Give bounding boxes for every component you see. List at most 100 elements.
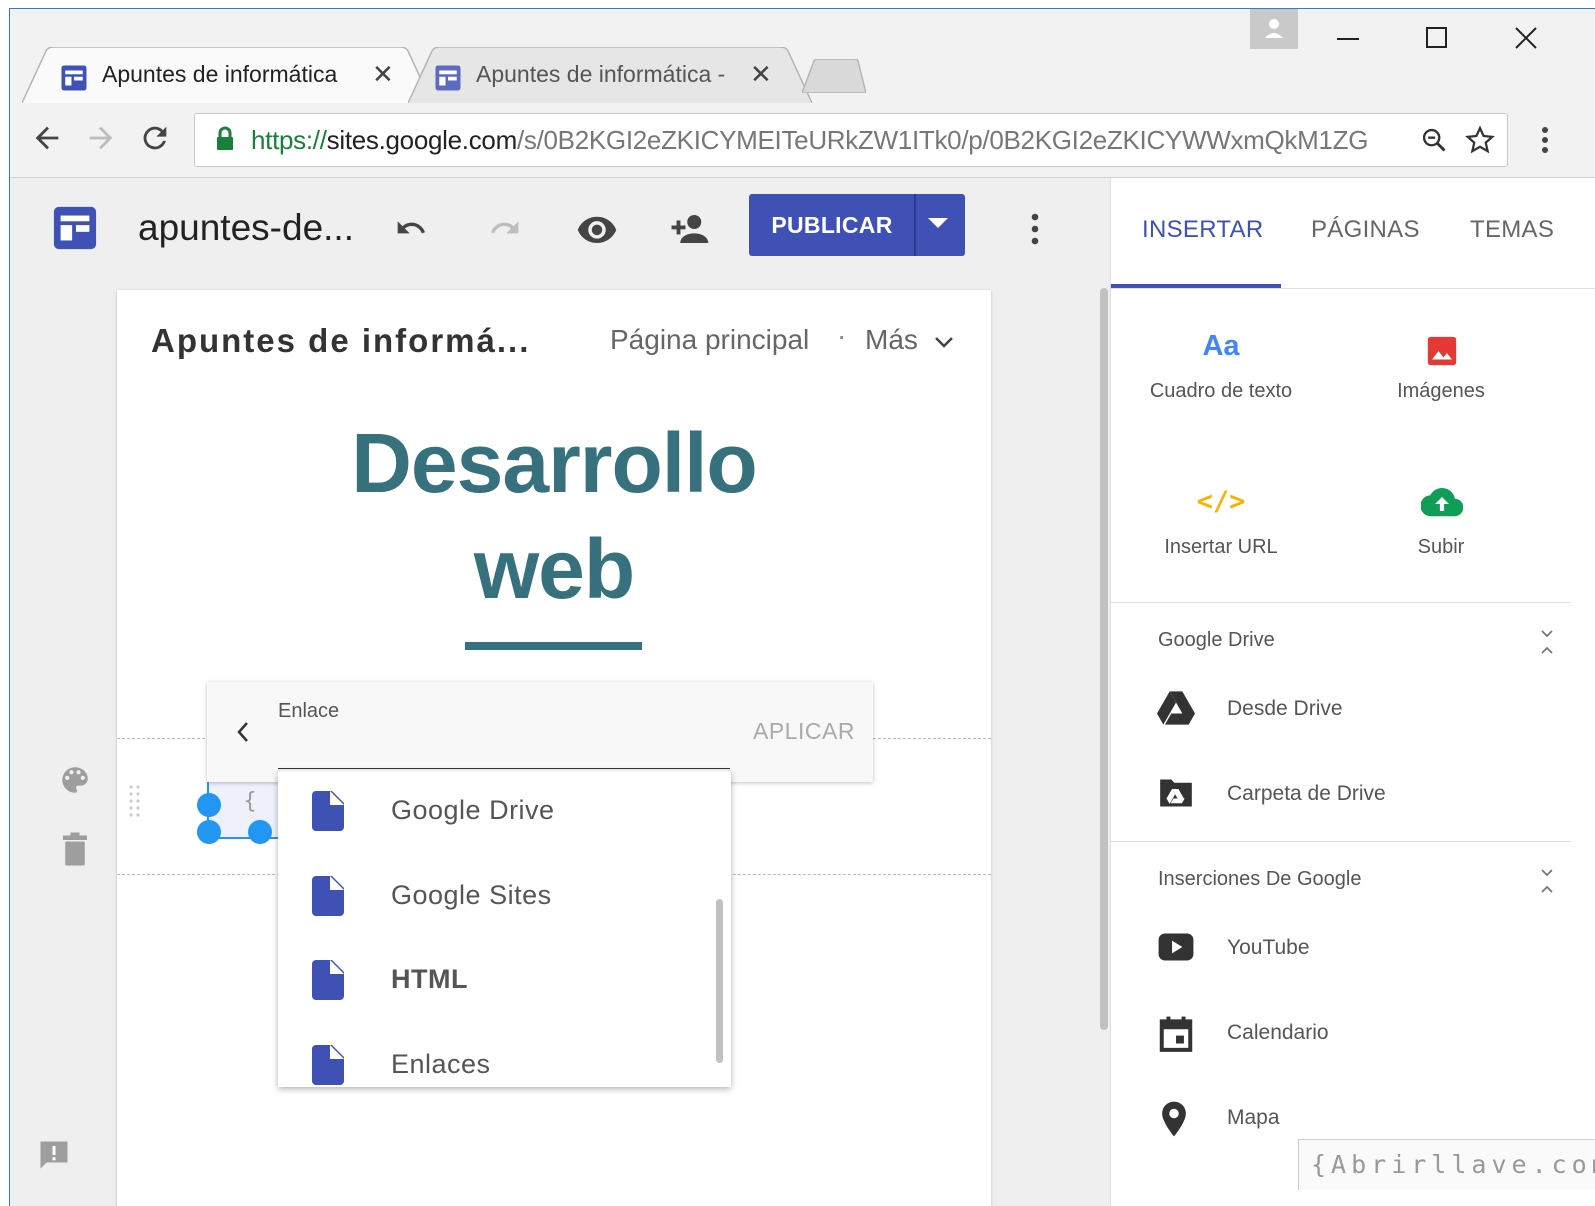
document-icon <box>312 960 344 1000</box>
google-drive-section: Google Drive Desde Drive Carpeta de Driv… <box>1111 602 1571 841</box>
redo-icon[interactable] <box>484 212 526 244</box>
collapse-icon[interactable] <box>1539 627 1555 657</box>
url-field[interactable]: https://sites.google.com/s/0B2KGI2eZKICY… <box>194 113 1508 167</box>
tab-temas[interactable]: TEMAS <box>1470 216 1554 244</box>
editor-toolbar: apuntes-de... PUBLICAR <box>10 178 1110 278</box>
preview-icon[interactable] <box>576 208 618 250</box>
tab-close-icon[interactable]: ✕ <box>372 59 394 90</box>
sites-favicon-icon <box>435 65 461 91</box>
delete-trash-icon[interactable] <box>60 831 90 867</box>
canvas-scrollbar[interactable] <box>1100 288 1108 1030</box>
publish-divider <box>914 194 916 256</box>
document-icon <box>312 876 344 916</box>
menu-icon[interactable] <box>1538 123 1552 157</box>
section-header[interactable]: Inserciones De Google <box>1158 868 1361 891</box>
zoom-icon[interactable] <box>1420 126 1448 154</box>
insert-panel: INSERTAR PÁGINAS TEMAS Aa Cuadro de text… <box>1110 178 1595 1206</box>
dropdown-item-label: HTML <box>391 964 468 994</box>
panel-item-youtube[interactable]: YouTube <box>1111 918 1571 978</box>
chevron-down-icon[interactable] <box>933 334 955 350</box>
nav-more-menu[interactable]: Más <box>865 324 918 356</box>
sites-logo-icon[interactable] <box>52 205 98 251</box>
profile-icon[interactable] <box>1250 9 1298 49</box>
heading-underline <box>465 642 642 650</box>
feedback-icon[interactable] <box>36 1137 72 1173</box>
upload-tile[interactable]: Subir <box>1331 474 1551 574</box>
site-title[interactable]: Apuntes de informá... <box>151 322 530 360</box>
tab-paginas[interactable]: PÁGINAS <box>1311 216 1420 244</box>
close-icon[interactable] <box>1513 25 1539 51</box>
maximize-icon[interactable] <box>1424 25 1450 51</box>
heading-line: web <box>473 522 635 616</box>
map-pin-icon <box>1162 1101 1186 1137</box>
code-brace-icon: { <box>243 789 257 814</box>
panel-item-calendario[interactable]: Calendario <box>1111 1003 1571 1063</box>
chevron-left-icon[interactable] <box>235 720 251 744</box>
nav-separator: · <box>837 320 847 351</box>
sites-editor: apuntes-de... PUBLICAR Apuntes de inform… <box>10 178 1595 1206</box>
heading-line: Desarrollo <box>351 416 758 510</box>
browser-window: Apuntes de informática ✕ Apuntes de info… <box>9 8 1595 1206</box>
drag-handle-icon[interactable] <box>127 783 143 817</box>
tab-apuntes-active[interactable]: Apuntes de informática ✕ <box>22 47 432 103</box>
dropdown-item[interactable]: Google Sites <box>278 856 731 940</box>
site-name[interactable]: apuntes-de... <box>138 207 354 249</box>
tab-insertar[interactable]: INSERTAR <box>1142 216 1264 244</box>
dropdown-item[interactable]: Google Drive <box>278 771 731 855</box>
back-icon[interactable] <box>30 121 64 162</box>
panel-item-desde-drive[interactable]: Desde Drive <box>1111 679 1571 739</box>
google-inserts-section: Inserciones De Google YouTube Calendario… <box>1111 841 1571 1182</box>
share-add-person-icon[interactable] <box>668 208 710 250</box>
reload-icon[interactable] <box>138 121 172 162</box>
cloud-upload-icon <box>1421 487 1463 517</box>
embed-url-tile[interactable]: </> Insertar URL <box>1111 474 1331 574</box>
publish-button[interactable]: PUBLICAR <box>749 194 965 256</box>
item-label: Desde Drive <box>1227 697 1343 720</box>
tile-label: Insertar URL <box>1164 536 1278 558</box>
link-suggestions-dropdown: Google Drive Google Sites HTML Enlaces <box>278 771 731 1087</box>
undo-icon[interactable] <box>390 212 432 244</box>
link-label: Enlace <box>278 700 340 722</box>
item-label: Mapa <box>1227 1106 1280 1129</box>
minimize-icon[interactable] <box>1335 25 1361 51</box>
new-tab-button[interactable] <box>800 58 867 94</box>
tab-close-icon[interactable]: ✕ <box>750 59 772 90</box>
item-label: Carpeta de Drive <box>1227 782 1386 805</box>
google-drive-icon <box>1157 691 1195 725</box>
dropdown-item-selected[interactable]: HTML <box>278 940 731 1024</box>
panel-item-carpeta-drive[interactable]: Carpeta de Drive <box>1111 764 1571 824</box>
publish-label: PUBLICAR <box>771 212 893 238</box>
nav-link-home[interactable]: Página principal <box>610 324 809 356</box>
collapse-icon[interactable] <box>1539 866 1555 896</box>
more-options-icon[interactable] <box>1028 210 1042 248</box>
resize-handle[interactable] <box>197 793 221 817</box>
link-input[interactable] <box>278 768 730 769</box>
apply-button[interactable]: APLICAR <box>753 718 855 745</box>
publish-dropdown-icon[interactable] <box>928 218 948 228</box>
page-heading[interactable]: Desarrollo web <box>117 410 991 622</box>
resize-handle[interactable] <box>197 820 221 844</box>
dropdown-item-label: Google Drive <box>391 795 555 825</box>
tab-title: Apuntes de informática <box>102 61 338 87</box>
image-icon <box>1427 336 1457 366</box>
palette-icon[interactable] <box>58 763 92 797</box>
active-tab-indicator <box>1111 284 1281 288</box>
dropdown-item[interactable]: Enlaces <box>278 1025 731 1087</box>
youtube-play-icon <box>1158 933 1194 961</box>
tab-apuntes-second[interactable]: Apuntes de informática - ✕ <box>408 47 812 103</box>
resize-handle[interactable] <box>248 820 272 844</box>
dropdown-scrollbar[interactable] <box>716 899 723 1063</box>
images-tile[interactable]: Imágenes <box>1331 318 1551 418</box>
item-label: Calendario <box>1227 1021 1329 1044</box>
tile-label: Cuadro de texto <box>1149 380 1293 402</box>
address-bar: https://sites.google.com/s/0B2KGI2eZKICY… <box>10 103 1595 178</box>
watermark-text: {Abrirllave.com <box>1298 1139 1595 1190</box>
forward-icon[interactable] <box>84 121 118 162</box>
tab-strip: Apuntes de informática ✕ Apuntes de info… <box>10 9 1595 103</box>
item-label: YouTube <box>1227 936 1310 959</box>
link-editor: Enlace APLICAR <box>207 682 873 782</box>
bookmark-star-icon[interactable] <box>1465 125 1495 155</box>
text-box-tile[interactable]: Aa Cuadro de texto <box>1111 318 1331 418</box>
section-header[interactable]: Google Drive <box>1158 629 1275 652</box>
document-icon <box>312 1045 344 1085</box>
